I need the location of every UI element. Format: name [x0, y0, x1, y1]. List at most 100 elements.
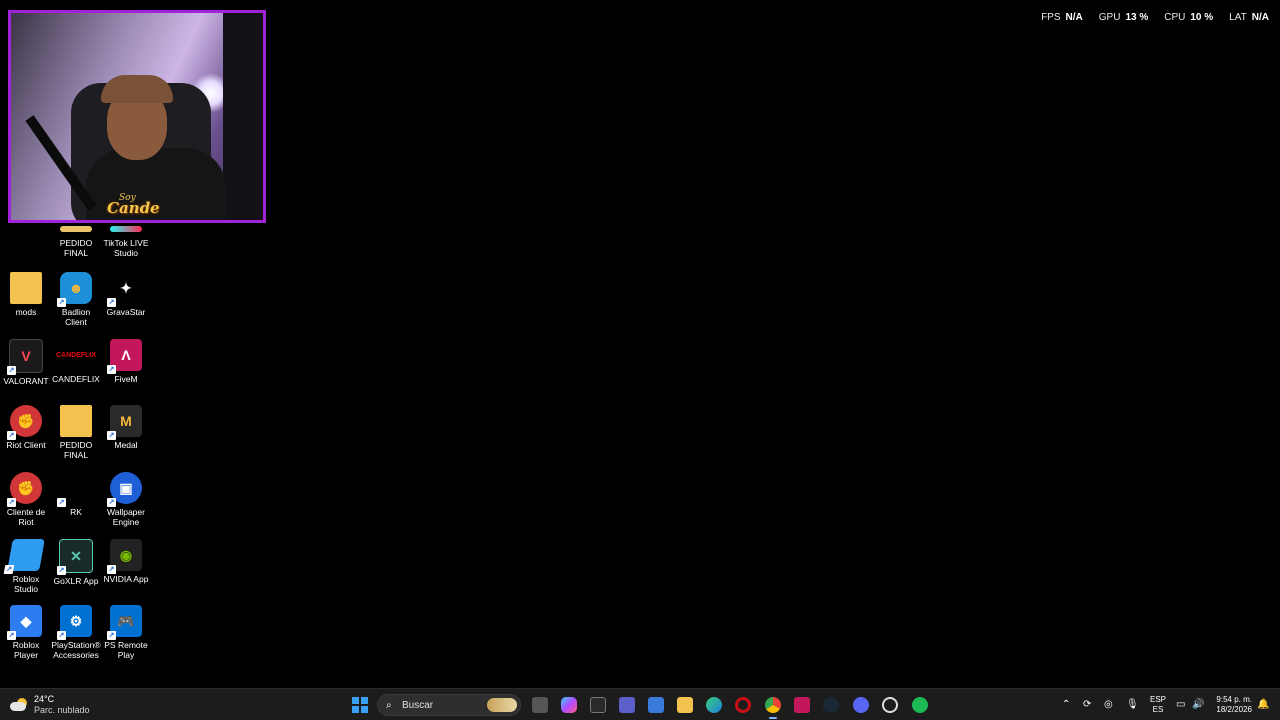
desktop-icon-label: GravaStar — [106, 307, 146, 317]
gpu-value: 13 % — [1125, 12, 1149, 23]
goxlr-icon: ✕ ↗ — [57, 539, 93, 575]
valorant-icon: V ↗ — [7, 339, 43, 375]
weather-desc: Parc. nublado — [34, 705, 90, 715]
desktop-icon-nvidia[interactable]: ◉ ↗ NVIDIA App — [100, 539, 152, 584]
opera-icon[interactable] — [735, 697, 751, 713]
desktop-icon-medal[interactable]: M ↗ Medal — [100, 405, 152, 450]
desktop-icon-label: Badlion Client — [61, 307, 91, 327]
desktop-icon-wallpaper-engine[interactable]: ▣ ↗ Wallpaper Engine — [100, 472, 152, 527]
desktop-icon-gravastar[interactable]: ✦ ↗ GravaStar — [100, 272, 152, 317]
lat-label: LAT — [1229, 12, 1247, 23]
tray-app-icon[interactable]: ◎ — [1104, 699, 1113, 710]
desktop-icon-ps-remote[interactable]: 🎮 ↗ PS Remote Play — [100, 605, 152, 660]
desktop-icon-label: NVIDIA App — [103, 574, 149, 584]
rk-icon: ↗ — [57, 472, 92, 507]
gravastar-icon: ✦ ↗ — [107, 272, 142, 307]
task-view-icon[interactable] — [532, 697, 548, 713]
partly-cloudy-icon — [10, 698, 28, 712]
search-icon: ⌕ — [386, 700, 392, 711]
curtain — [223, 13, 263, 220]
chrome-icon[interactable] — [765, 697, 781, 719]
start-button[interactable] — [352, 697, 368, 713]
desktop-icon-label: Medal — [114, 440, 138, 450]
performance-overlay: FPS N/A GPU 13 % CPU 10 % LAT N/A — [1041, 12, 1269, 23]
copilot-icon[interactable] — [561, 697, 577, 713]
desktop-icon-label: Cliente de Riot — [6, 507, 46, 527]
file-explorer-icon[interactable] — [677, 697, 693, 713]
desktop-icon-label: GoXLR App — [53, 576, 99, 586]
desktop-icon-ps-accessories[interactable]: ⚙ ↗ PlayStation® Accessories — [50, 605, 102, 660]
nvidia-icon: ◉ ↗ — [107, 539, 142, 574]
shortcut-arrow-icon: ↗ — [7, 366, 16, 375]
language-indicator[interactable]: ESP ES — [1150, 695, 1166, 715]
shortcut-arrow-icon: ↗ — [57, 498, 66, 507]
edge-icon[interactable] — [706, 697, 722, 713]
shortcut-arrow-icon: ↗ — [107, 298, 116, 307]
shortcut-arrow-icon: ↗ — [107, 565, 116, 574]
desktop-icon-roblox-studio[interactable]: ↗ Roblox Studio — [0, 539, 52, 594]
desktop-icon-label: PS Remote Play — [104, 640, 148, 660]
app-icon[interactable] — [590, 697, 606, 713]
lang-top: ESP — [1150, 695, 1167, 704]
microphone-icon[interactable]: 🎙 — [1126, 699, 1139, 710]
wallpaper-engine-icon: ▣ ↗ — [107, 472, 142, 507]
webcam-overlay: Soy Cande — [8, 10, 266, 223]
desktop-icon-pedido-final[interactable]: PEDIDO FINAL — [50, 405, 102, 460]
desktop-icon-mods[interactable]: mods — [0, 272, 52, 317]
desktop-icon-fivem[interactable]: Λ ↗ FiveM — [100, 339, 152, 384]
desktop-icon-goxlr[interactable]: ✕ ↗ GoXLR App — [50, 539, 102, 586]
cpu-label: CPU — [1164, 12, 1186, 23]
roblox-icon: ◆ ↗ — [7, 605, 42, 640]
search-box[interactable]: ⌕ Buscar — [377, 694, 521, 716]
desktop-icon-cliente-riot[interactable]: ✊ ↗ Cliente de Riot — [0, 472, 52, 527]
desktop-icon-candeflix[interactable]: CANDEFLIX CANDEFLIX — [50, 339, 102, 385]
fivem-taskbar-icon[interactable] — [794, 697, 810, 713]
desktop-icon-label: Roblox Studio — [12, 574, 40, 594]
desktop-icon-valorant[interactable]: V ↗ VALORANT — [0, 339, 52, 386]
lat-stat: LAT N/A — [1229, 12, 1269, 23]
shortcut-arrow-icon: ↗ — [3, 565, 15, 574]
teams-icon[interactable] — [619, 697, 635, 713]
shortcut-arrow-icon: ↗ — [57, 298, 66, 307]
weather-widget[interactable]: 24°C Parc. nublado — [10, 694, 90, 716]
desktop-icon-label: VALORANT — [3, 376, 49, 386]
desktop-icon-label: PEDIDO FINAL — [59, 238, 93, 258]
clock-date: 18/2/2026 — [1216, 705, 1252, 714]
notification-icon[interactable]: 🔔 — [1257, 699, 1269, 710]
desktop-icon-label: Riot Client — [6, 440, 46, 450]
desktop-icon-roblox-player[interactable]: ◆ ↗ Roblox Player — [0, 605, 52, 660]
fps-value: N/A — [1065, 12, 1083, 23]
desktop-icon-label: Roblox Player — [12, 640, 40, 660]
obs-icon[interactable] — [882, 697, 898, 713]
streamer-badge: Cande — [107, 199, 160, 217]
steam-icon[interactable] — [823, 697, 839, 713]
desktop-icon-tiktok-live[interactable]: TikTok LIVE Studio — [100, 226, 152, 258]
shortcut-arrow-icon: ↗ — [7, 498, 16, 507]
desktop-icon-rk[interactable]: ↗ RK — [50, 472, 102, 517]
shortcut-arrow-icon: ↗ — [7, 631, 16, 640]
desktop-icon-label: RK — [70, 507, 82, 517]
roblox-studio-icon: ↗ — [3, 539, 45, 574]
spotify-icon[interactable] — [912, 697, 928, 713]
discord-icon[interactable] — [853, 697, 869, 713]
network-icon[interactable]: ▭ — [1176, 699, 1185, 710]
shortcut-arrow-icon: ↗ — [107, 498, 116, 507]
shortcut-arrow-icon: ↗ — [57, 566, 66, 575]
clock[interactable]: 9:54 p. m. 18/2/2026 — [1210, 695, 1252, 715]
weather-text: 24°C Parc. nublado — [34, 694, 90, 716]
store-icon[interactable] — [648, 697, 664, 713]
desktop-icon-badlion[interactable]: ☻ ↗ Badlion Client — [50, 272, 102, 327]
riot-icon: ✊ ↗ — [7, 405, 42, 440]
medal-icon: M ↗ — [107, 405, 142, 440]
sync-icon[interactable]: ⟳ — [1083, 699, 1091, 710]
ps-remote-play-icon: 🎮 ↗ — [107, 605, 142, 640]
playstation-accessories-icon: ⚙ ↗ — [57, 605, 92, 640]
desktop-icon-pedido-final-top[interactable]: PEDIDO FINAL — [50, 226, 102, 258]
badlion-icon: ☻ ↗ — [57, 272, 92, 307]
chevron-up-icon[interactable]: ⌃ — [1062, 699, 1070, 710]
shortcut-arrow-icon: ↗ — [107, 631, 116, 640]
volume-icon[interactable]: 🔊 — [1192, 699, 1204, 710]
desktop-icon-label: TikTok LIVE Studio — [103, 238, 149, 258]
desktop-icon-riot-client[interactable]: ✊ ↗ Riot Client — [0, 405, 52, 450]
gpu-stat: GPU 13 % — [1099, 12, 1148, 23]
